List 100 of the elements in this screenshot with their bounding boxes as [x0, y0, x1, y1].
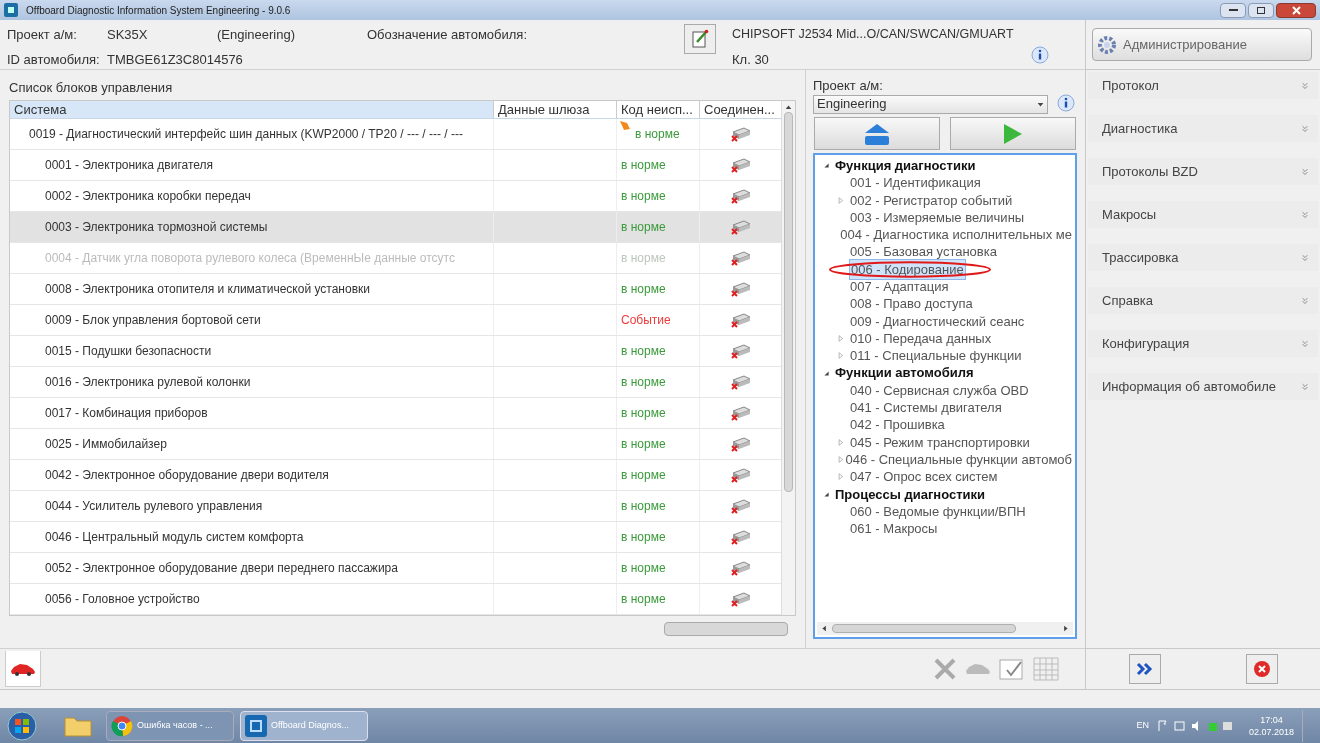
restore-button[interactable] — [1248, 2, 1274, 18]
table-row[interactable]: 0009 - Блок управления бортовой сети Событие — [10, 305, 781, 336]
table-row[interactable]: 0056 - Головное устройство в норме — [10, 584, 781, 615]
disconnected-connector-icon — [729, 467, 752, 483]
cancel-button[interactable] — [1245, 654, 1278, 684]
table-row[interactable]: 0001 - Электроника двигателя в норме — [10, 150, 781, 181]
field-label: ID автомобиля: — [7, 50, 101, 69]
project-dropdown[interactable]: Engineering — [813, 94, 1048, 114]
close-icon — [1291, 5, 1301, 15]
tree-item[interactable]: 004 - Диагностика исполнительных ме — [839, 225, 1073, 245]
sidebar-section[interactable]: Справка — [1088, 287, 1318, 314]
tree-group[interactable]: Функция диагностики — [823, 157, 1073, 175]
status-text: в норме — [621, 281, 666, 298]
horizontal-scrollbar[interactable] — [817, 622, 1073, 635]
terminal-state: Кл. 30 — [732, 51, 769, 69]
disconnected-connector-icon — [729, 312, 752, 328]
tree-item[interactable]: 060 - Ведомые функции/ВПН — [849, 501, 1027, 522]
status-text: в норме — [621, 343, 666, 360]
status-text: в норме — [621, 529, 666, 546]
expand-icon — [1300, 252, 1310, 263]
sidebar-section[interactable]: Макросы — [1088, 201, 1318, 228]
disconnected-connector-icon — [729, 405, 752, 421]
sidebar-section[interactable]: Протоколы BZD — [1088, 158, 1318, 185]
tree-item[interactable]: 040 - Сервисная служба OBD — [849, 380, 1030, 401]
edit-button[interactable] — [684, 24, 716, 54]
table-row[interactable]: 0042 - Электронное оборудование двери водителя в норме — [10, 460, 781, 491]
tree-item[interactable]: 002 - Регистратор событий — [849, 190, 1014, 210]
tree-group[interactable]: Процессы диагностики — [823, 485, 1073, 503]
start-button[interactable] — [6, 709, 38, 742]
browser-icon — [111, 714, 133, 737]
info-icon[interactable] — [1056, 94, 1076, 114]
status-text: в норме — [621, 436, 666, 453]
column-header[interactable]: Соединен... — [699, 101, 781, 118]
field-value: SK35X — [107, 25, 149, 44]
horizontal-scrollbar[interactable] — [664, 622, 788, 636]
tree-item[interactable]: 001 - Идентификация — [849, 173, 982, 193]
disconnected-connector-icon — [729, 436, 752, 452]
sidebar-section[interactable]: Конфигурация — [1088, 330, 1318, 357]
sidebar-section[interactable]: Трассировка — [1088, 244, 1318, 271]
disconnected-connector-icon — [729, 560, 752, 576]
table-row[interactable]: 0046 - Центральный модуль систем комфорта в норме — [10, 522, 781, 553]
disconnected-connector-icon — [729, 591, 752, 607]
tree-item[interactable]: 011 - Специальные функции — [849, 346, 1023, 366]
status-text: в норме — [621, 560, 666, 577]
sidebar-section[interactable]: Информация об автомобиле — [1088, 373, 1318, 400]
table-cell-text: 0016 - Электроника рулевой колонки — [44, 374, 252, 391]
table-row[interactable]: 0052 - Электронное оборудование двери переднего пассажира в норме — [10, 553, 781, 584]
scroll-up-arrow-icon — [785, 104, 792, 111]
column-header[interactable]: Система — [10, 101, 493, 118]
column-header[interactable]: Код неисп... — [616, 101, 699, 118]
eject-icon — [863, 121, 891, 146]
disconnected-connector-icon — [729, 219, 752, 235]
tree-item[interactable]: 061 - Макросы — [849, 519, 939, 539]
table-cell-text: 0019 - Диагностический интерфейс шин данных (KWP2000 / TP20 / --- / --- / --- — [28, 126, 464, 143]
table-cell-text: 0042 - Электронное оборудование двери водителя — [44, 467, 330, 484]
tree-item[interactable]: 042 - Прошивка — [849, 415, 946, 435]
disconnected-connector-icon — [729, 529, 752, 545]
table-row[interactable]: 0003 - Электроника тормозной системы в норме — [10, 212, 781, 243]
status-text: в норме — [621, 188, 666, 205]
tree-item[interactable]: 003 - Измеряемые величины — [849, 207, 1026, 228]
sidebar-section[interactable]: Диагностика — [1088, 115, 1318, 142]
tree-item[interactable]: 008 - Право доступа — [849, 294, 974, 314]
tray-icons[interactable] — [1156, 719, 1233, 732]
sidebar-section[interactable]: Протокол — [1088, 72, 1318, 99]
tree-item[interactable]: 047 - Опрос всех систем — [849, 467, 999, 487]
field-label: Проект а/м: — [7, 25, 78, 44]
tree-group[interactable]: Функции автомобиля — [823, 364, 1073, 382]
gear-icon — [1097, 34, 1117, 55]
table-row[interactable]: 0044 - Усилитель рулевого управления в норме — [10, 491, 781, 522]
table-row[interactable]: 0019 - Диагностический интерфейс шин данных (KWP2000 / TP20 / --- / --- / --- в норме — [10, 119, 781, 150]
table-row[interactable]: 0025 - Иммобилайзер в норме — [10, 429, 781, 460]
disconnected-connector-icon — [729, 374, 752, 390]
table-row[interactable]: 0015 - Подушки безопасности в норме — [10, 336, 781, 367]
field-value: TMBGE61Z3C8014576 — [107, 50, 244, 69]
forward-button[interactable] — [1128, 654, 1161, 684]
checklist-icon[interactable] — [999, 657, 1025, 681]
field-value: (Engineering) — [217, 25, 297, 44]
disconnected-connector-icon — [729, 126, 752, 142]
tree-item[interactable]: 041 - Системы двигателя — [849, 398, 1003, 418]
table-row[interactable]: 0017 - Комбинация приборов в норме — [10, 398, 781, 429]
table-row[interactable]: 0008 - Электроника отопителя и климатической установки в норме — [10, 274, 781, 305]
column-header[interactable]: Данные шлюза — [493, 101, 616, 118]
expand-icon — [1300, 209, 1310, 220]
field-label: Обозначение автомобиля: — [367, 25, 528, 44]
vehicle-tab[interactable] — [5, 651, 41, 687]
status-text: в норме — [621, 157, 666, 174]
collapse-arrow-icon — [823, 490, 830, 498]
eject-button[interactable] — [814, 117, 940, 150]
double-chevron-icon — [1135, 662, 1154, 676]
close-button[interactable] — [1276, 2, 1316, 18]
info-icon[interactable] — [1029, 46, 1050, 66]
play-icon — [1002, 121, 1024, 146]
status-text: в норме — [634, 126, 680, 143]
minimize-button[interactable] — [1220, 2, 1246, 18]
status-text: Событие — [621, 312, 671, 329]
table-cell-text: 0004 - Датчик угла поворота рулевого колеса (ВременнЫе данные отсутс — [44, 250, 456, 267]
vertical-scrollbar[interactable] — [781, 101, 795, 615]
table-row[interactable]: 0016 - Электроника рулевой колонки в норме — [10, 367, 781, 398]
collapse-arrow-icon — [823, 369, 830, 377]
administration-button[interactable]: Администрирование — [1092, 28, 1312, 61]
